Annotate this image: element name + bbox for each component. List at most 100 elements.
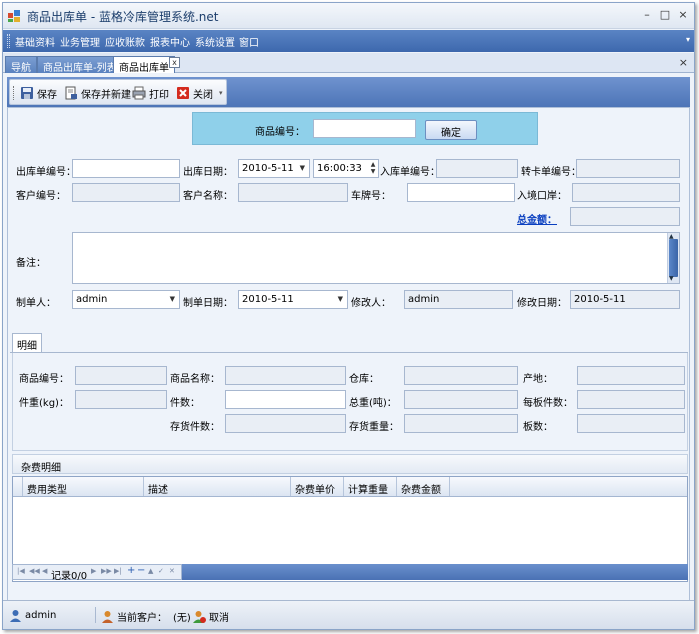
total-amount-link[interactable]: 总金额：: [517, 211, 557, 226]
maximize-button[interactable]: □: [658, 8, 672, 21]
chevron-down-icon[interactable]: ▼: [300, 164, 305, 172]
save-button[interactable]: 保存: [20, 84, 57, 102]
out-date-picker[interactable]: 2010-5-11 ▼: [238, 159, 310, 178]
column-description[interactable]: 描述: [144, 477, 291, 496]
delete-record-icon[interactable]: −: [137, 565, 145, 576]
order-form: 商品编号： 确定 出库单编号： 出库日期： 2010-5-11 ▼ 16:00:…: [7, 107, 690, 601]
save-new-label: 保存并新建: [81, 89, 131, 101]
status-customer: 当前客户： (无): [101, 609, 191, 624]
remark-scrollbar[interactable]: ▲ ▼: [667, 233, 679, 283]
stock-weight-label: 存货重量：: [349, 422, 399, 433]
per-board-label: 每板件数：: [523, 398, 573, 409]
customer-name-field: [238, 183, 348, 202]
column-fee-type[interactable]: 费用类型: [23, 477, 144, 496]
last-record-icon[interactable]: ▶|: [114, 567, 122, 575]
next-page-icon[interactable]: ▶▶: [101, 567, 112, 575]
toolbar-group: 保存 保存并新建 打印 关闭 ▾: [9, 79, 227, 105]
customer-no-field: [72, 183, 180, 202]
customer-name-label: 客户名称：: [183, 191, 233, 202]
customer-icon: [102, 611, 113, 623]
minimize-button[interactable]: –: [640, 8, 654, 21]
origin-label: 产地：: [523, 374, 553, 385]
confirm-button[interactable]: 确定: [425, 120, 477, 140]
stock-pieces-label: 存货件数：: [170, 422, 220, 433]
next-record-icon[interactable]: ▶: [91, 567, 96, 575]
grid-row-indicator: [13, 477, 23, 496]
unit-weight-label: 件重(kg)：: [19, 398, 69, 409]
chevron-down-icon[interactable]: ▼: [338, 295, 343, 303]
cancel-record-icon[interactable]: ✕: [169, 567, 175, 575]
in-no-field: [436, 159, 518, 178]
out-time-value: 16:00:33: [317, 163, 362, 174]
column-fee-amount[interactable]: 杂费金额: [397, 477, 450, 496]
tab-navigation[interactable]: 导航: [5, 56, 37, 74]
status-bar: admin 当前客户： (无) 取消: [3, 600, 694, 629]
add-record-icon[interactable]: +: [127, 565, 135, 576]
plate-input[interactable]: [407, 183, 515, 202]
cancel-person-icon: [193, 611, 206, 623]
close-all-icon[interactable]: ×: [679, 56, 688, 69]
record-navigator: |◀ ◀◀ ◀ 记录0/0 ▶ ▶▶ ▶| + − ▲ ✓ ✕: [12, 564, 182, 582]
pieces-input[interactable]: [225, 390, 346, 409]
out-date-value: 2010-5-11: [242, 163, 294, 174]
menu-basic-data[interactable]: 基础资料: [15, 34, 55, 49]
close-window-button[interactable]: ×: [676, 8, 690, 21]
post-record-icon[interactable]: ✓: [158, 567, 164, 575]
grid-header-row: 费用类型 描述 杂费单价 计算重量 杂费金额: [13, 477, 687, 497]
save-and-new-button[interactable]: 保存并新建: [64, 84, 131, 102]
detail-panel: 商品编号： 商品名称： 仓库： 产地： 件重(kg)： 件数： 总重(吨)： 每…: [12, 353, 688, 451]
remark-label: 备注：: [16, 258, 46, 269]
menu-grip-icon: [7, 34, 10, 48]
maker-select[interactable]: admin ▼: [72, 290, 180, 309]
scan-product-input[interactable]: [313, 119, 416, 138]
status-cancel-button[interactable]: 取消: [193, 609, 229, 624]
document-tab-strip: 导航 商品出库单-列表 商品出库单 x ×: [3, 53, 694, 74]
menu-reports[interactable]: 报表中心: [150, 34, 190, 49]
close-red-icon: [177, 87, 189, 99]
out-time-spinner[interactable]: 16:00:33 ▲ ▼: [313, 159, 379, 178]
menu-receivables[interactable]: 应收账款: [105, 34, 145, 49]
make-date-picker[interactable]: 2010-5-11 ▼: [238, 290, 348, 309]
modifier-field: admin: [404, 290, 513, 309]
scan-panel: 商品编号： 确定: [192, 112, 538, 145]
column-calc-weight[interactable]: 计算重量: [344, 477, 397, 496]
transfer-no-label: 转卡单编号：: [521, 167, 581, 178]
chevron-down-icon[interactable]: ▼: [170, 295, 175, 303]
save-icon: [21, 87, 33, 99]
scroll-down-icon[interactable]: ▼: [669, 275, 674, 282]
make-date-value: 2010-5-11: [242, 294, 294, 305]
tab-outbound-order[interactable]: 商品出库单: [113, 56, 175, 74]
scroll-thumb[interactable]: [669, 239, 678, 277]
tab-close-icon[interactable]: x: [169, 57, 180, 68]
column-unit-price[interactable]: 杂费单价: [291, 477, 344, 496]
maker-label: 制单人：: [16, 298, 56, 309]
stock-pieces-field: [225, 414, 346, 433]
product-name-label: 商品名称：: [170, 374, 220, 385]
remark-textarea[interactable]: ▲ ▼: [72, 232, 680, 284]
tab-detail[interactable]: 明细: [12, 333, 42, 352]
toolbar-overflow-icon[interactable]: ▾: [219, 89, 223, 97]
misc-fees-header: 杂费明细: [12, 454, 688, 474]
prev-record-icon[interactable]: ◀: [42, 567, 47, 575]
tab-outbound-list[interactable]: 商品出库单-列表: [37, 56, 123, 74]
close-button[interactable]: 关闭: [176, 84, 213, 102]
port-label: 入境口岸：: [517, 191, 567, 202]
print-button[interactable]: 打印: [132, 84, 169, 102]
total-weight-label: 总重(吨)：: [349, 398, 397, 409]
scan-product-label: 商品编号：: [255, 127, 305, 138]
first-record-icon[interactable]: |◀: [17, 567, 25, 575]
out-no-input[interactable]: [72, 159, 180, 178]
edit-record-icon[interactable]: ▲: [148, 567, 153, 575]
prev-page-icon[interactable]: ◀◀: [29, 567, 40, 575]
status-user-name: admin: [25, 610, 57, 621]
out-date-label: 出库日期：: [183, 167, 233, 178]
menu-settings[interactable]: 系统设置: [195, 34, 235, 49]
status-customer-label: 当前客户：: [117, 613, 167, 624]
per-board-field: [577, 390, 685, 409]
menu-overflow-icon[interactable]: ▾: [686, 35, 690, 44]
save-label: 保存: [37, 89, 57, 101]
spin-arrows-icon[interactable]: ▲ ▼: [369, 161, 377, 176]
menu-window[interactable]: 窗口: [239, 34, 259, 49]
menu-business[interactable]: 业务管理: [60, 34, 100, 49]
modify-date-label: 修改日期：: [517, 298, 567, 309]
